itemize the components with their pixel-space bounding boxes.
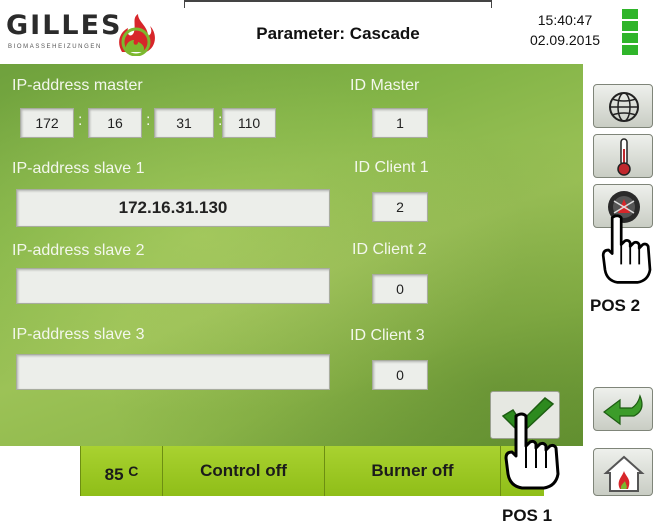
flame-logo-icon [119, 14, 155, 56]
title-frame-line [184, 0, 492, 8]
clock-time: 15:40:47 [537, 12, 593, 28]
master-ip-octet-2[interactable]: 16 [88, 108, 142, 138]
client3-id-label: ID Client 3 [350, 327, 425, 344]
temperature-status: 85 C [80, 446, 162, 496]
client2-id-field[interactable]: 0 [372, 274, 428, 304]
home-flame-icon [603, 455, 645, 492]
client1-id-field[interactable]: 2 [372, 192, 428, 222]
back-arrow-icon [603, 394, 643, 426]
clock-date: 02.09.2015 [529, 32, 601, 48]
header: GILLES BIOMASSEHEIZUNGEN Parameter: Casc… [0, 0, 657, 64]
globe-icon [609, 92, 639, 122]
client2-id-label: ID Client 2 [352, 241, 427, 258]
screen: GILLES BIOMASSEHEIZUNGEN Parameter: Casc… [0, 0, 657, 526]
page-title: Parameter: Cascade [256, 24, 420, 43]
pos2-annotation: POS 2 [590, 296, 641, 315]
slave3-ip-label: IP-address slave 3 [12, 326, 145, 343]
master-ip-label: IP-address master [12, 77, 143, 94]
title-frame: Parameter: Cascade [184, 0, 492, 64]
slave2-ip-label: IP-address slave 2 [12, 242, 145, 259]
temperature-unit: C [128, 463, 139, 479]
master-ip-octet-4[interactable]: 110 [222, 108, 276, 138]
master-id-field[interactable]: 1 [372, 108, 428, 138]
thermometer-icon [617, 138, 631, 176]
slave3-ip-field[interactable] [16, 354, 330, 390]
pointer-hand-icon [601, 214, 652, 284]
ip-separator: : [146, 112, 151, 129]
ip-separator: : [78, 112, 83, 129]
battery-icon [622, 9, 638, 55]
temperature-value: 85 [104, 465, 124, 484]
master-ip-octet-3[interactable]: 31 [154, 108, 214, 138]
brand-subtitle: BIOMASSEHEIZUNGEN [8, 44, 102, 50]
pointer-hand-icon [504, 412, 560, 490]
master-id-label: ID Master [350, 77, 420, 94]
master-ip-octet-1[interactable]: 172 [20, 108, 74, 138]
temperature-button[interactable] [593, 134, 653, 178]
burner-status: Burner off [324, 446, 500, 496]
client1-id-label: ID Client 1 [354, 159, 429, 176]
pos1-annotation: POS 1 [502, 506, 553, 525]
slave1-ip-label: IP-address slave 1 [12, 160, 145, 177]
control-status: Control off [162, 446, 324, 496]
client3-id-field[interactable]: 0 [372, 360, 428, 390]
sidebar [583, 64, 657, 526]
network-button[interactable] [593, 84, 653, 128]
slave1-ip-field[interactable]: 172.16.31.130 [16, 189, 330, 227]
slave2-ip-field[interactable] [16, 268, 330, 304]
home-button[interactable] [593, 448, 653, 496]
brand-name: GILLES [6, 10, 123, 41]
brand-logo: GILLES BIOMASSEHEIZUNGEN [6, 10, 156, 56]
clock: 15:40:47 02.09.2015 [520, 10, 610, 50]
back-button[interactable] [593, 387, 653, 431]
